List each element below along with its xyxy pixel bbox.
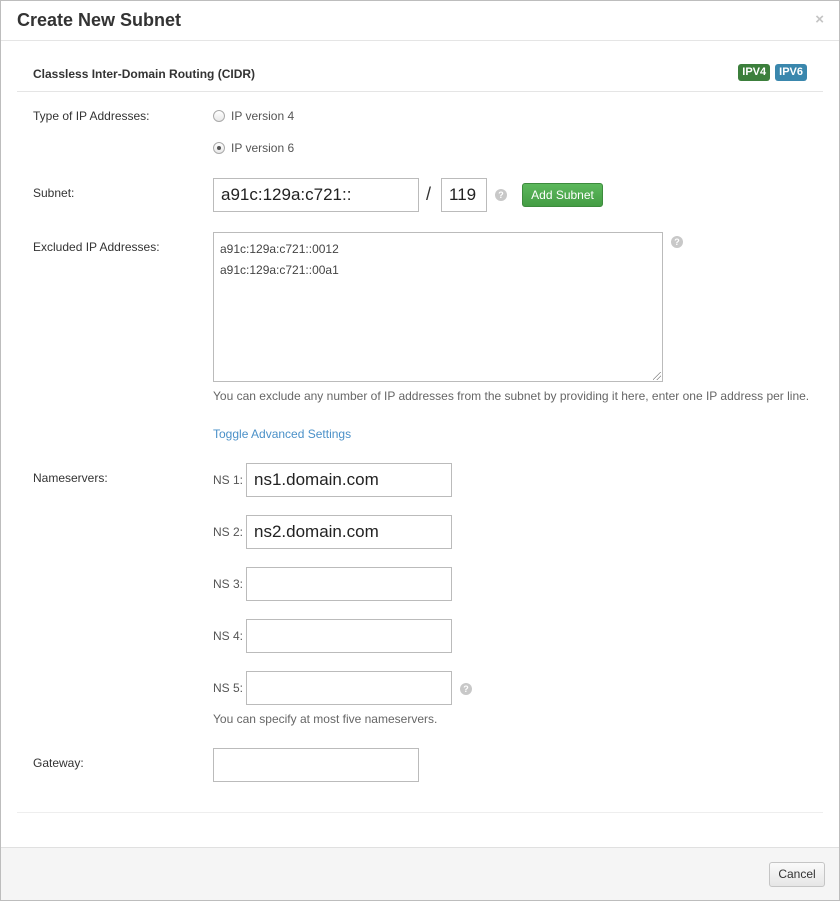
section-divider — [17, 91, 823, 92]
close-icon[interactable]: × — [815, 12, 824, 28]
ipv6-badge: IPV6 — [775, 64, 807, 81]
nameservers-hint: You can specify at most five nameservers… — [213, 712, 438, 726]
excluded-help-icon[interactable]: ? — [671, 236, 683, 248]
subnet-separator: / — [426, 184, 432, 204]
ip-version-4-label: IP version 4 — [231, 109, 295, 123]
excluded-ip-label: Excluded IP Addresses: — [33, 240, 160, 254]
cidr-section-title: Classless Inter-Domain Routing (CIDR) — [33, 67, 256, 81]
nameservers-help-icon[interactable]: ? — [460, 683, 472, 695]
form-divider — [17, 812, 823, 813]
excluded-ip-hint: You can exclude any number of IP address… — [213, 389, 810, 403]
subnet-label: Subnet: — [33, 186, 75, 200]
gateway-input[interactable] — [213, 748, 419, 782]
ip-version-6-label: IP version 6 — [231, 141, 295, 155]
ns3-input[interactable] — [246, 567, 452, 601]
subnet-prefix-input[interactable]: 119 — [441, 178, 487, 212]
modal-header: Create New Subnet × — [1, 1, 839, 41]
ns5-input[interactable] — [246, 671, 452, 705]
ip-version-6-option[interactable]: IP version 6 — [213, 141, 294, 155]
modal-footer: Cancel — [1, 847, 839, 900]
ip-version-4-radio[interactable] — [213, 110, 225, 122]
ns1-label: NS 1: — [213, 473, 244, 487]
excluded-ip-line: a91c:129a:c721::0012 — [220, 242, 339, 256]
resize-handle-icon[interactable] — [653, 372, 661, 380]
ipv4-badge: IPV4 — [738, 64, 771, 81]
toggle-advanced-settings-link[interactable]: Toggle Advanced Settings — [213, 427, 351, 441]
ip-version-4-option[interactable]: IP version 4 — [213, 109, 294, 123]
ns2-input[interactable]: ns2.domain.com — [246, 515, 452, 549]
ns5-label: NS 5: — [213, 681, 244, 695]
excluded-ip-line: a91c:129a:c721::00a1 — [220, 263, 339, 277]
cancel-button[interactable]: Cancel — [769, 862, 825, 887]
nameservers-label: Nameservers: — [33, 471, 108, 485]
gateway-label: Gateway: — [33, 756, 84, 770]
create-subnet-modal: Create New Subnet × Classless Inter-Doma… — [0, 0, 840, 901]
excluded-ip-textarea[interactable]: a91c:129a:c721::0012 a91c:129a:c721::00a… — [213, 232, 663, 382]
ns4-input[interactable] — [246, 619, 452, 653]
subnet-help-icon[interactable]: ? — [495, 189, 507, 201]
ip-type-label: Type of IP Addresses: — [33, 109, 150, 123]
ip-version-6-radio[interactable] — [213, 142, 225, 154]
ns3-label: NS 3: — [213, 577, 244, 591]
ns1-input[interactable]: ns1.domain.com — [246, 463, 452, 497]
ns4-label: NS 4: — [213, 629, 244, 643]
ns2-label: NS 2: — [213, 525, 244, 539]
ip-badges: IPV4 IPV6 — [738, 64, 807, 81]
subnet-address-input[interactable]: a91c:129a:c721:: — [213, 178, 419, 212]
modal-title: Create New Subnet — [17, 10, 182, 30]
add-subnet-button[interactable]: Add Subnet — [522, 183, 603, 207]
